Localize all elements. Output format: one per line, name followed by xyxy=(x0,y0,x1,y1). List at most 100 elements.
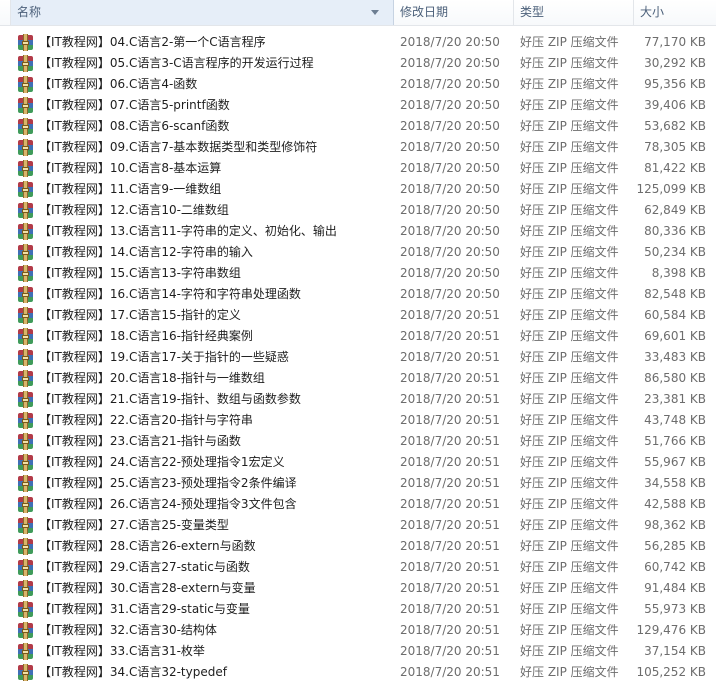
file-row[interactable]: 【IT教程网】28.C语言26-extern与函数 2018/7/20 20:51… xyxy=(0,536,716,557)
file-row[interactable]: 【IT教程网】32.C语言30-结构体 2018/7/20 20:51 好压 ZIP… xyxy=(0,620,716,641)
file-row[interactable]: 【IT教程网】12.C语言10-二维数组 2018/7/20 20:50 好压 ZI… xyxy=(0,200,716,221)
zip-archive-icon xyxy=(17,307,34,324)
file-row[interactable]: 【IT教程网】06.C语言4-函数 2018/7/20 20:50 好压 ZIP 压… xyxy=(0,74,716,95)
file-date: 2018/7/20 20:51 xyxy=(400,329,500,343)
file-row[interactable]: 【IT教程网】25.C语言23-预处理指令2条件编译 2018/7/20 20:5… xyxy=(0,473,716,494)
file-date: 2018/7/20 20:50 xyxy=(400,182,500,196)
file-date: 2018/7/20 20:51 xyxy=(400,665,500,679)
file-type: 好压 ZIP 压缩文件 xyxy=(520,245,619,259)
file-row[interactable]: 【IT教程网】30.C语言28-extern与变量 2018/7/20 20:51… xyxy=(0,578,716,599)
file-row[interactable]: 【IT教程网】23.C语言21-指针与函数 2018/7/20 20:51 好压 Z… xyxy=(0,431,716,452)
file-type: 好压 ZIP 压缩文件 xyxy=(520,266,619,280)
file-row[interactable]: 【IT教程网】09.C语言7-基本数据类型和类型修饰符 2018/7/20 20:… xyxy=(0,137,716,158)
file-date: 2018/7/20 20:51 xyxy=(400,539,500,553)
column-header-name[interactable]: 名称 xyxy=(10,0,394,25)
column-header-type-label: 类型 xyxy=(520,5,545,19)
column-header-type[interactable]: 类型 xyxy=(514,0,634,25)
file-name: 【IT教程网】15.C语言13-字符串数组 xyxy=(39,266,241,280)
file-name: 【IT教程网】32.C语言30-结构体 xyxy=(39,623,217,637)
file-size: 51,766 KB xyxy=(644,434,706,448)
zip-archive-icon xyxy=(17,622,34,639)
zip-archive-icon xyxy=(17,286,34,303)
file-row[interactable]: 【IT教程网】29.C语言27-static与函数 2018/7/20 20:51… xyxy=(0,557,716,578)
file-type: 好压 ZIP 压缩文件 xyxy=(520,413,619,427)
file-name: 【IT教程网】08.C语言6-scanf函数 xyxy=(39,119,230,133)
file-row[interactable]: 【IT教程网】20.C语言18-指针与一维数组 2018/7/20 20:51 好压… xyxy=(0,368,716,389)
file-row[interactable]: 【IT教程网】22.C语言20-指针与字符串 2018/7/20 20:51 好压 … xyxy=(0,410,716,431)
file-row[interactable]: 【IT教程网】14.C语言12-字符串的输入 2018/7/20 20:50 好压 … xyxy=(0,242,716,263)
column-header-size[interactable]: 大小 xyxy=(634,0,716,25)
file-name: 【IT教程网】18.C语言16-指针经典案例 xyxy=(39,329,253,343)
file-row[interactable]: 【IT教程网】26.C语言24-预处理指令3文件包含 2018/7/20 20:5… xyxy=(0,494,716,515)
file-size: 56,285 KB xyxy=(644,539,706,553)
zip-archive-icon xyxy=(17,496,34,513)
column-header-date[interactable]: 修改日期 xyxy=(394,0,514,25)
file-date: 2018/7/20 20:51 xyxy=(400,455,500,469)
file-type: 好压 ZIP 压缩文件 xyxy=(520,161,619,175)
file-name: 【IT教程网】30.C语言28-extern与变量 xyxy=(39,581,256,595)
file-type: 好压 ZIP 压缩文件 xyxy=(520,203,619,217)
file-row[interactable]: 【IT教程网】16.C语言14-字符和字符串处理函数 2018/7/20 20:5… xyxy=(0,284,716,305)
file-size: 105,252 KB xyxy=(636,665,706,679)
file-date: 2018/7/20 20:51 xyxy=(400,623,500,637)
file-row[interactable]: 【IT教程网】34.C语言32-typedef 2018/7/20 20:51 好压… xyxy=(0,662,716,683)
file-size: 39,406 KB xyxy=(644,98,706,112)
file-size: 8,398 KB xyxy=(651,266,706,280)
file-type: 好压 ZIP 压缩文件 xyxy=(520,644,619,658)
file-row[interactable]: 【IT教程网】21.C语言19-指针、数组与函数参数 2018/7/20 20:5… xyxy=(0,389,716,410)
file-date: 2018/7/20 20:50 xyxy=(400,245,500,259)
zip-archive-icon xyxy=(17,664,34,681)
file-row[interactable]: 【IT教程网】18.C语言16-指针经典案例 2018/7/20 20:51 好压 … xyxy=(0,326,716,347)
file-name: 【IT教程网】26.C语言24-预处理指令3文件包含 xyxy=(39,497,297,511)
file-date: 2018/7/20 20:50 xyxy=(400,224,500,238)
file-row[interactable]: 【IT教程网】27.C语言25-变量类型 2018/7/20 20:51 好压 ZI… xyxy=(0,515,716,536)
file-type: 好压 ZIP 压缩文件 xyxy=(520,581,619,595)
file-row[interactable]: 【IT教程网】31.C语言29-static与变量 2018/7/20 20:51… xyxy=(0,599,716,620)
file-row[interactable]: 【IT教程网】17.C语言15-指针的定义 2018/7/20 20:51 好压 Z… xyxy=(0,305,716,326)
file-row[interactable]: 【IT教程网】13.C语言11-字符串的定义、初始化、输出 2018/7/20 2… xyxy=(0,221,716,242)
file-size: 50,234 KB xyxy=(644,245,706,259)
file-name: 【IT教程网】20.C语言18-指针与一维数组 xyxy=(39,371,265,385)
file-size: 42,588 KB xyxy=(644,497,706,511)
file-row[interactable]: 【IT教程网】08.C语言6-scanf函数 2018/7/20 20:50 好压 … xyxy=(0,116,716,137)
file-date: 2018/7/20 20:51 xyxy=(400,371,500,385)
file-row[interactable]: 【IT教程网】11.C语言9-一维数组 2018/7/20 20:50 好压 ZIP… xyxy=(0,179,716,200)
file-date: 2018/7/20 20:50 xyxy=(400,161,500,175)
file-row[interactable]: 【IT教程网】07.C语言5-printf函数 2018/7/20 20:50 好压… xyxy=(0,95,716,116)
sort-descending-icon xyxy=(371,10,379,15)
zip-archive-icon xyxy=(17,517,34,534)
file-name: 【IT教程网】09.C语言7-基本数据类型和类型修饰符 xyxy=(39,140,318,154)
zip-archive-icon xyxy=(17,454,34,471)
zip-archive-icon xyxy=(17,181,34,198)
file-size: 78,305 KB xyxy=(644,140,706,154)
file-row[interactable]: 【IT教程网】10.C语言8-基本运算 2018/7/20 20:50 好压 ZIP… xyxy=(0,158,716,179)
zip-archive-icon xyxy=(17,349,34,366)
zip-archive-icon xyxy=(17,97,34,114)
file-date: 2018/7/20 20:51 xyxy=(400,392,500,406)
file-row[interactable]: 【IT教程网】19.C语言17-关于指针的一些疑惑 2018/7/20 20:51… xyxy=(0,347,716,368)
file-explorer-window: 名称 修改日期 类型 大小 【IT教程网】04.C语言2-第一个C语言程序 201… xyxy=(0,0,716,697)
file-row[interactable]: 【IT教程网】05.C语言3-C语言程序的开发运行过程 2018/7/20 20:… xyxy=(0,53,716,74)
zip-archive-icon xyxy=(17,160,34,177)
file-date: 2018/7/20 20:50 xyxy=(400,98,500,112)
file-row[interactable]: 【IT教程网】04.C语言2-第一个C语言程序 2018/7/20 20:50 好压… xyxy=(0,32,716,53)
file-name: 【IT教程网】31.C语言29-static与变量 xyxy=(39,602,250,616)
file-name: 【IT教程网】23.C语言21-指针与函数 xyxy=(39,434,241,448)
file-date: 2018/7/20 20:51 xyxy=(400,497,500,511)
file-name: 【IT教程网】27.C语言25-变量类型 xyxy=(39,518,229,532)
file-row[interactable]: 【IT教程网】15.C语言13-字符串数组 2018/7/20 20:50 好压 Z… xyxy=(0,263,716,284)
file-type: 好压 ZIP 压缩文件 xyxy=(520,35,619,49)
file-date: 2018/7/20 20:50 xyxy=(400,56,500,70)
file-size: 33,483 KB xyxy=(644,350,706,364)
file-size: 62,849 KB xyxy=(644,203,706,217)
file-name: 【IT教程网】05.C语言3-C语言程序的开发运行过程 xyxy=(39,56,314,70)
file-name: 【IT教程网】04.C语言2-第一个C语言程序 xyxy=(39,35,266,49)
file-size: 55,967 KB xyxy=(644,455,706,469)
column-header-bar: 名称 修改日期 类型 大小 xyxy=(0,0,716,26)
file-row[interactable]: 【IT教程网】24.C语言22-预处理指令1宏定义 2018/7/20 20:51… xyxy=(0,452,716,473)
file-date: 2018/7/20 20:51 xyxy=(400,518,500,532)
column-header-date-label: 修改日期 xyxy=(400,5,449,19)
zip-archive-icon xyxy=(17,265,34,282)
file-row[interactable]: 【IT教程网】33.C语言31-枚举 2018/7/20 20:51 好压 ZIP … xyxy=(0,641,716,662)
file-size: 69,601 KB xyxy=(644,329,706,343)
